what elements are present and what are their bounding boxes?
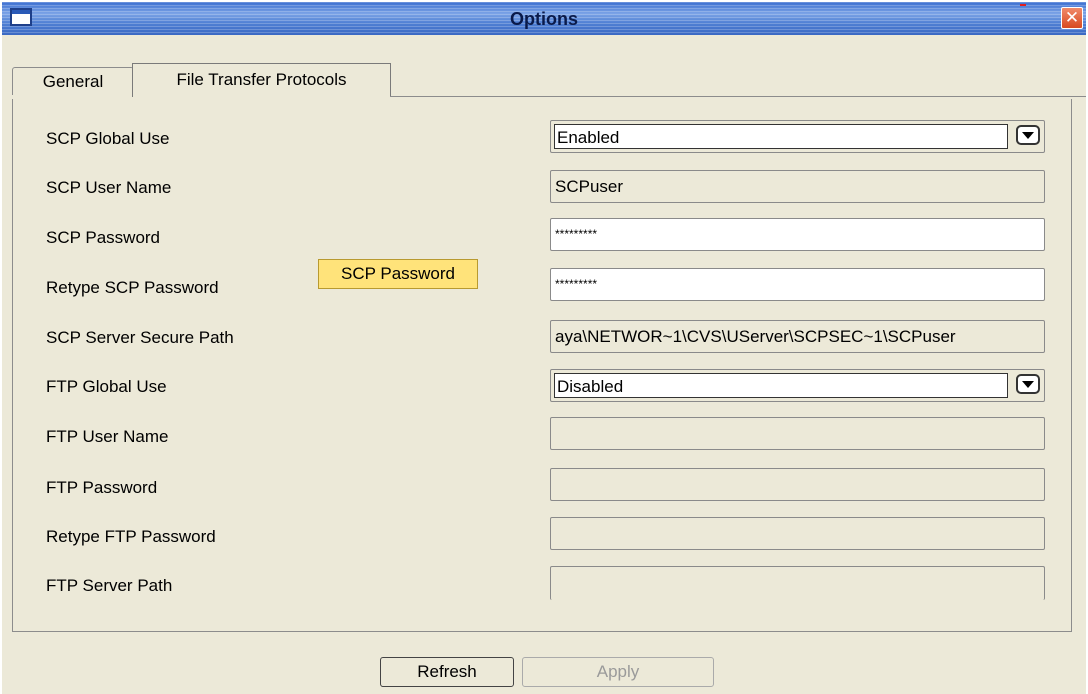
title-bar[interactable]: Options ✕ [2,2,1086,35]
close-button[interactable]: ✕ [1061,7,1083,29]
retype-scp-password-field[interactable]: ********* [550,268,1045,301]
scp-server-secure-path-field[interactable]: aya\NETWOR~1\CVS\UServer\SCPSEC~1\SCPuse… [550,320,1045,353]
scp-global-use-select[interactable]: Enabled [550,120,1045,153]
retype-scp-password-label: Retype SCP Password [46,278,219,297]
scp-global-use-value: Enabled [554,124,1008,149]
window-title: Options [510,9,578,29]
scp-user-name-field[interactable]: SCPuser [550,170,1045,203]
ftp-server-path-field[interactable] [550,566,1045,600]
ftp-user-name-label: FTP User Name [46,427,169,446]
ftp-global-use-label: FTP Global Use [46,377,167,396]
ftp-password-label: FTP Password [46,478,158,497]
chevron-down-icon[interactable] [1016,125,1040,145]
ftp-server-path-label: FTP Server Path [46,576,173,595]
scp-server-secure-path-label: SCP Server Secure Path [46,328,234,347]
scp-password-label: SCP Password [46,228,161,247]
scp-password-field[interactable]: ********* [550,218,1045,251]
retype-ftp-password-label: Retype FTP Password [46,527,216,546]
tab-divider [390,96,1086,97]
ftp-global-use-select[interactable]: Disabled [550,369,1045,402]
tooltip: SCP Password [318,259,478,289]
scp-user-name-label: SCP User Name [46,178,172,197]
ftp-user-name-field[interactable] [550,417,1045,450]
apply-button[interactable]: Apply [522,657,714,687]
options-dialog: Options ✕ General File Transfer Protocol… [2,2,1086,694]
tab-strip: General File Transfer Protocols [2,35,1086,99]
tab-general[interactable]: General [12,67,134,95]
ftp-global-use-value: Disabled [554,373,1008,398]
tab-file-transfer-protocols[interactable]: File Transfer Protocols [132,63,391,97]
scp-global-use-label: SCP Global Use [46,129,170,148]
red-mark [1020,4,1026,6]
ftp-password-field[interactable] [550,468,1045,501]
retype-ftp-password-field[interactable] [550,517,1045,550]
refresh-button[interactable]: Refresh [380,657,514,687]
chevron-down-icon[interactable] [1016,374,1040,394]
